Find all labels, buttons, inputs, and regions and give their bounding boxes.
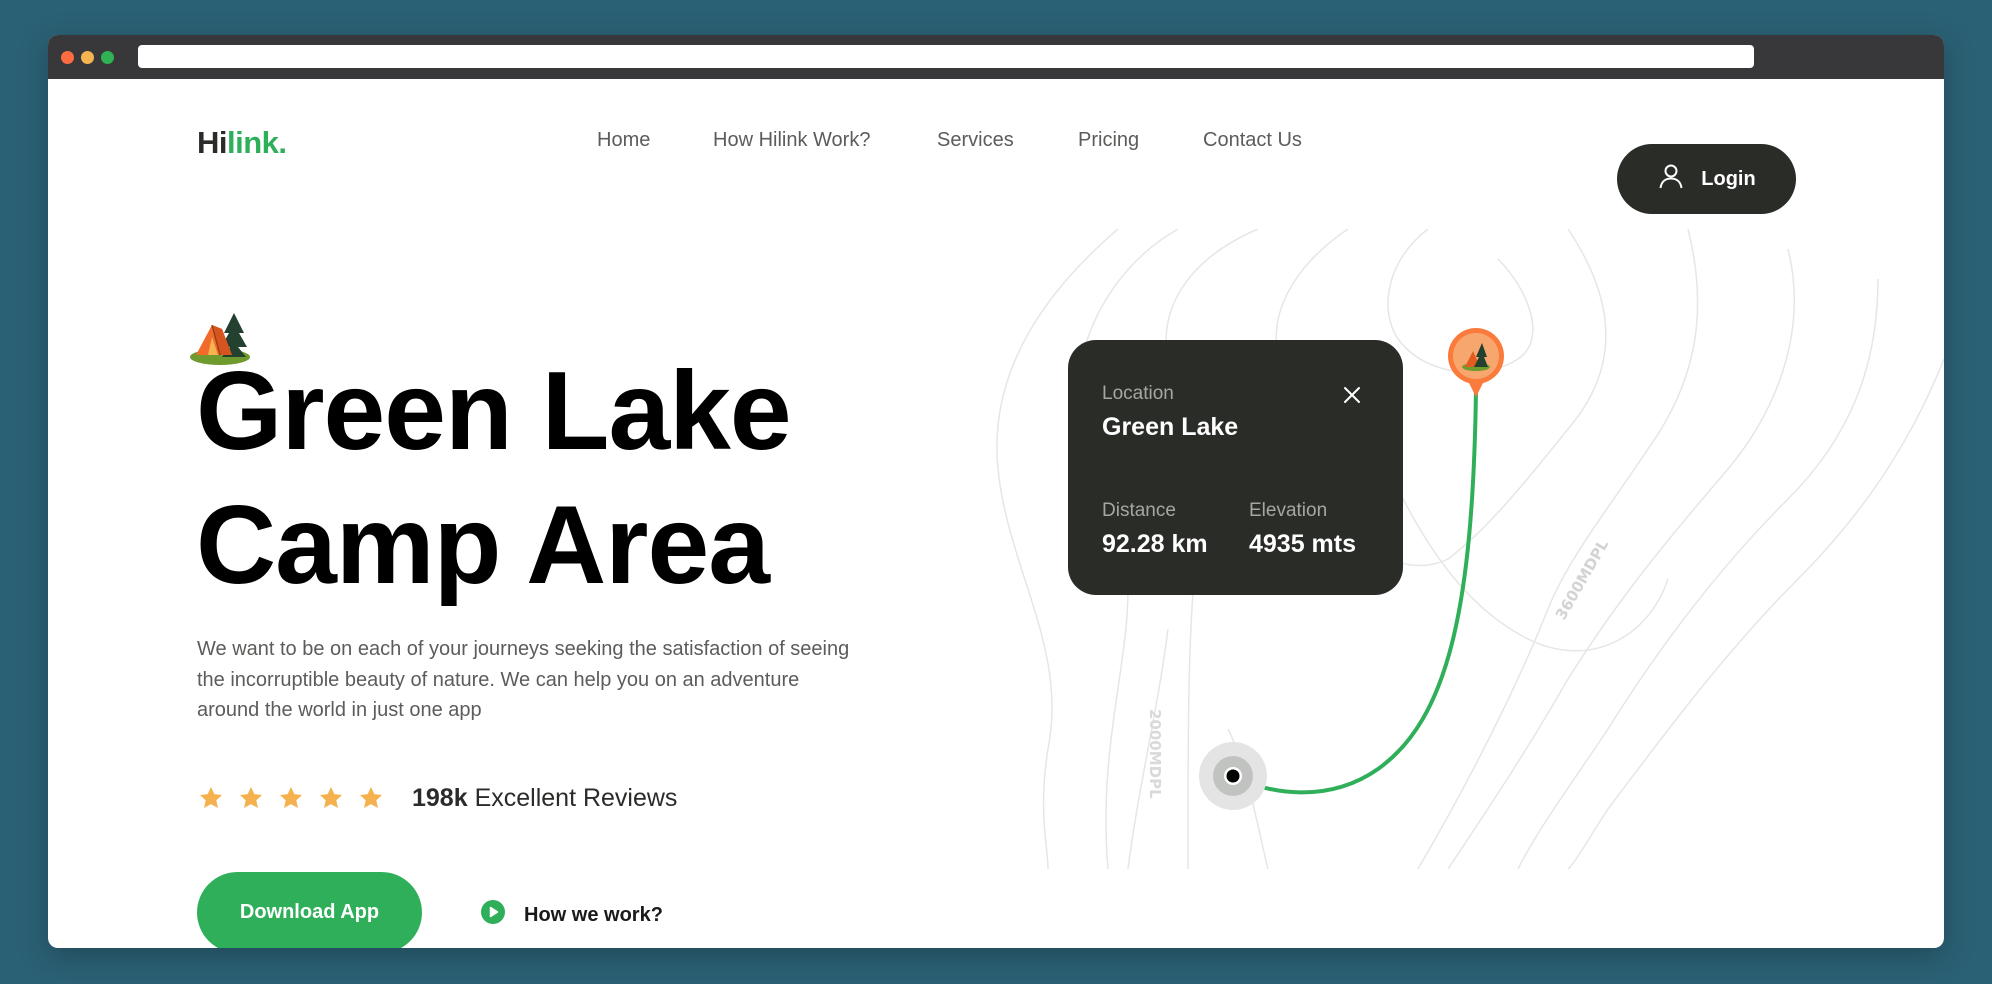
- logo[interactable]: Hilink.: [197, 125, 287, 161]
- how-we-work-label: How we work?: [524, 903, 663, 926]
- login-label: Login: [1701, 167, 1756, 190]
- browser-window: Hilink. Home How Hilink Work? Services P…: [48, 35, 1944, 948]
- rating-stars: [198, 785, 384, 811]
- play-icon: [480, 899, 506, 931]
- current-location-icon: [1199, 742, 1267, 810]
- hero-description: We want to be on each of your journeys s…: [197, 638, 850, 721]
- location-label: Location: [1102, 383, 1174, 404]
- camp-pin-icon: [1448, 328, 1504, 397]
- logo-text-green: link.: [227, 125, 287, 160]
- nav-pricing[interactable]: Pricing: [1078, 129, 1139, 152]
- window-maximize-button[interactable]: [101, 51, 114, 64]
- reviews-label: Excellent Reviews: [474, 784, 678, 812]
- contour-line: [1517, 278, 1879, 869]
- star-icon: [239, 786, 263, 808]
- download-app-button[interactable]: Download App: [197, 872, 422, 948]
- nav-how-hilink-work[interactable]: How Hilink Work?: [713, 129, 870, 152]
- contour-label-3600: 3600MDPL: [1552, 536, 1613, 623]
- page: Hilink. Home How Hilink Work? Services P…: [48, 79, 1944, 948]
- login-button[interactable]: Login: [1617, 144, 1796, 214]
- hero-title-line-2: Camp Area: [196, 483, 770, 607]
- star-icon: [199, 786, 223, 808]
- user-icon: [1657, 162, 1685, 196]
- star-icon: [359, 786, 383, 808]
- elevation-value: 4935 mts: [1249, 530, 1357, 558]
- address-bar[interactable]: [138, 45, 1754, 68]
- reviews-count: 198k: [412, 784, 468, 812]
- window-minimize-button[interactable]: [81, 51, 94, 64]
- nav-services[interactable]: Services: [937, 129, 1014, 152]
- contour-line: [1567, 358, 1944, 869]
- nav-home[interactable]: Home: [597, 129, 650, 152]
- hero-title: Green Lake Camp Area: [196, 344, 792, 612]
- star-icon: [319, 786, 343, 808]
- nav-contact-us[interactable]: Contact Us: [1203, 129, 1302, 152]
- browser-titlebar: [48, 35, 1944, 79]
- how-we-work-button[interactable]: How we work?: [480, 899, 663, 931]
- elevation-label: Elevation: [1249, 500, 1328, 521]
- distance-value: 92.28 km: [1102, 530, 1208, 558]
- location-card: Location Green Lake Distance 92.28 km El…: [1068, 340, 1403, 595]
- reviews-summary: 198k Excellent Reviews: [412, 784, 677, 813]
- contour-label-2000: 2000MDPL: [1146, 709, 1164, 799]
- location-value: Green Lake: [1102, 413, 1239, 441]
- logo-text-dark: Hi: [197, 125, 228, 160]
- close-icon[interactable]: [1340, 383, 1364, 407]
- distance-label: Distance: [1102, 500, 1176, 521]
- window-close-button[interactable]: [61, 51, 74, 64]
- star-icon: [279, 786, 303, 808]
- hero-title-line-1: Green Lake: [196, 349, 792, 473]
